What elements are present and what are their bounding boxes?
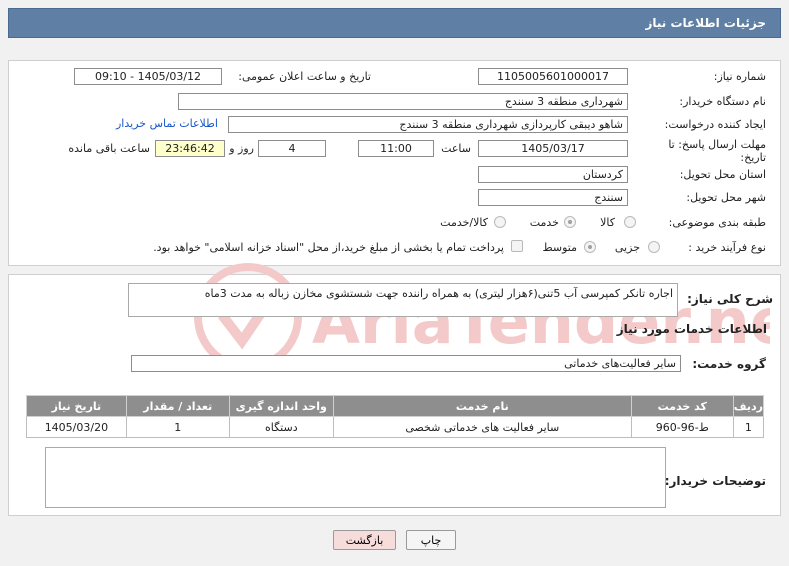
process-radio-medium[interactable] (584, 241, 596, 253)
need-number-field: 1105005601000017 (478, 68, 628, 85)
col-row-number: ردیف (732, 395, 765, 417)
remaining-time-label: ساعت باقی مانده (68, 142, 150, 155)
cell-unit: دستگاه (228, 416, 334, 438)
col-service-code: کد خدمت (630, 395, 734, 417)
category-option-goods: کالا (600, 216, 615, 229)
col-quantity: تعداد / مقدار (125, 395, 230, 417)
buyer-notes-label: توضیحات خریدار: (664, 474, 766, 488)
description-label: شرح کلی نیاز: (687, 292, 773, 306)
days-label: روز و (229, 142, 254, 155)
service-group-field: سایر فعالیت‌های خدماتی (131, 355, 681, 372)
services-table: ردیف کد خدمت نام خدمت واحد اندازه گیری ت… (26, 395, 765, 438)
treasury-payment-note: پرداخت تمام یا بخشی از مبلغ خرید،از محل … (153, 241, 504, 254)
col-unit: واحد اندازه گیری (228, 395, 334, 417)
category-label: طبقه بندی موضوعی: (668, 216, 766, 229)
buyer-org-field: شهرداری منطقه 3 سنندج (178, 93, 628, 110)
category-radio-goods-service[interactable] (494, 216, 506, 228)
remaining-days-field: 4 (258, 140, 326, 157)
page-header: جزئیات اطلاعات نیاز (8, 8, 781, 38)
col-need-date: تاریخ نیاز (26, 395, 127, 417)
description-field: اجاره تانکر کمپرسی آب 5تنی(۶هزار لیتری) … (128, 283, 678, 317)
city-label: شهر محل تحویل: (686, 191, 766, 204)
need-number-label: شماره نیاز: (713, 70, 766, 83)
cell-service-name: سایر فعالیت های خدماتی شخصی (332, 416, 632, 438)
deadline-date-field: 1405/03/17 (478, 140, 628, 157)
cell-service-code: ط-96-960 (630, 416, 734, 438)
category-option-goods-service: کالا/خدمت (440, 216, 488, 229)
cell-quantity: 1 (125, 416, 230, 438)
services-table-header: ردیف کد خدمت نام خدمت واحد اندازه گیری ت… (26, 395, 765, 417)
process-option-minor: جزیی (614, 241, 640, 254)
deadline-label: مهلت ارسال پاسخ: تا تاریخ: (668, 138, 766, 164)
back-button[interactable]: بازگشت (333, 530, 396, 550)
announce-datetime-label: تاریخ و ساعت اعلان عمومی: (238, 70, 371, 83)
city-field: سنندج (478, 189, 628, 206)
remaining-time-field: 23:46:42 (155, 140, 225, 157)
buyer-notes-field (45, 447, 666, 508)
category-option-service: خدمت (529, 216, 559, 229)
category-radio-service[interactable] (564, 216, 576, 228)
page-title: جزئیات اطلاعات نیاز (645, 16, 766, 30)
province-label: استان محل تحویل: (679, 168, 766, 181)
province-field: کردستان (478, 166, 628, 183)
print-button[interactable]: چاپ (406, 530, 456, 550)
process-option-medium: متوسط (542, 241, 577, 254)
buyer-org-label: نام دستگاه خریدار: (679, 95, 766, 108)
deadline-time-label: ساعت (441, 142, 471, 155)
treasury-payment-checkbox[interactable] (511, 240, 523, 252)
services-heading: اطلاعات خدمات مورد نیاز (616, 322, 767, 336)
cell-row-number: 1 (732, 416, 765, 438)
deadline-time-field: 11:00 (358, 140, 434, 157)
category-radio-goods[interactable] (624, 216, 636, 228)
creator-field: شاهو دیبقی کارپردازی شهرداری منطقه 3 سنن… (228, 116, 628, 133)
cell-need-date: 1405/03/20 (26, 416, 127, 438)
table-row: 1 ط-96-960 سایر فعالیت های خدماتی شخصی د… (26, 416, 765, 438)
process-radio-minor[interactable] (648, 241, 660, 253)
announce-datetime-field: 1405/03/12 - 09:10 (74, 68, 222, 85)
col-service-name: نام خدمت (332, 395, 632, 417)
process-type-label: نوع فرآیند خرید : (688, 241, 766, 254)
creator-label: ایجاد کننده درخواست: (664, 118, 766, 131)
service-group-label: گروه خدمت: (692, 357, 766, 371)
buyer-contact-link[interactable]: اطلاعات تماس خریدار (116, 117, 218, 130)
